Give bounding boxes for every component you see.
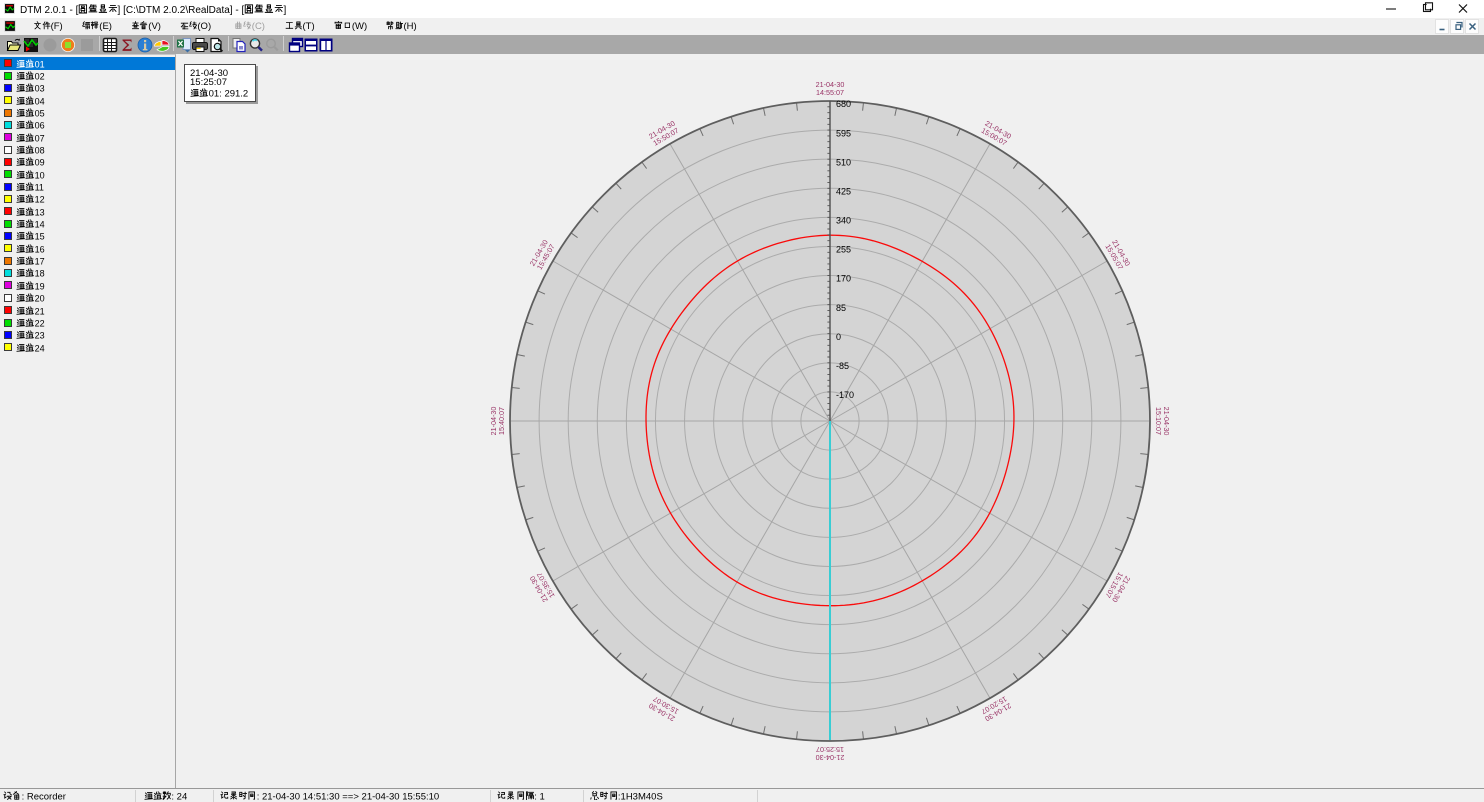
- svg-text:510: 510: [836, 157, 851, 167]
- svg-text:15:25:07: 15:25:07: [816, 745, 844, 754]
- svg-text:680: 680: [836, 99, 851, 109]
- svg-text:85: 85: [836, 303, 846, 313]
- svg-text:14:55:07: 14:55:07: [816, 88, 844, 97]
- svg-text:340: 340: [836, 216, 851, 226]
- svg-text:15:40:07: 15:40:07: [497, 407, 506, 435]
- svg-text:170: 170: [836, 274, 851, 284]
- svg-text:-170: -170: [836, 390, 854, 400]
- svg-text:595: 595: [836, 128, 851, 138]
- svg-text:425: 425: [836, 187, 851, 197]
- svg-text:-85: -85: [836, 361, 849, 371]
- svg-text:0: 0: [836, 332, 841, 342]
- svg-text:15:10:07: 15:10:07: [1154, 407, 1163, 435]
- svg-text:255: 255: [836, 245, 851, 255]
